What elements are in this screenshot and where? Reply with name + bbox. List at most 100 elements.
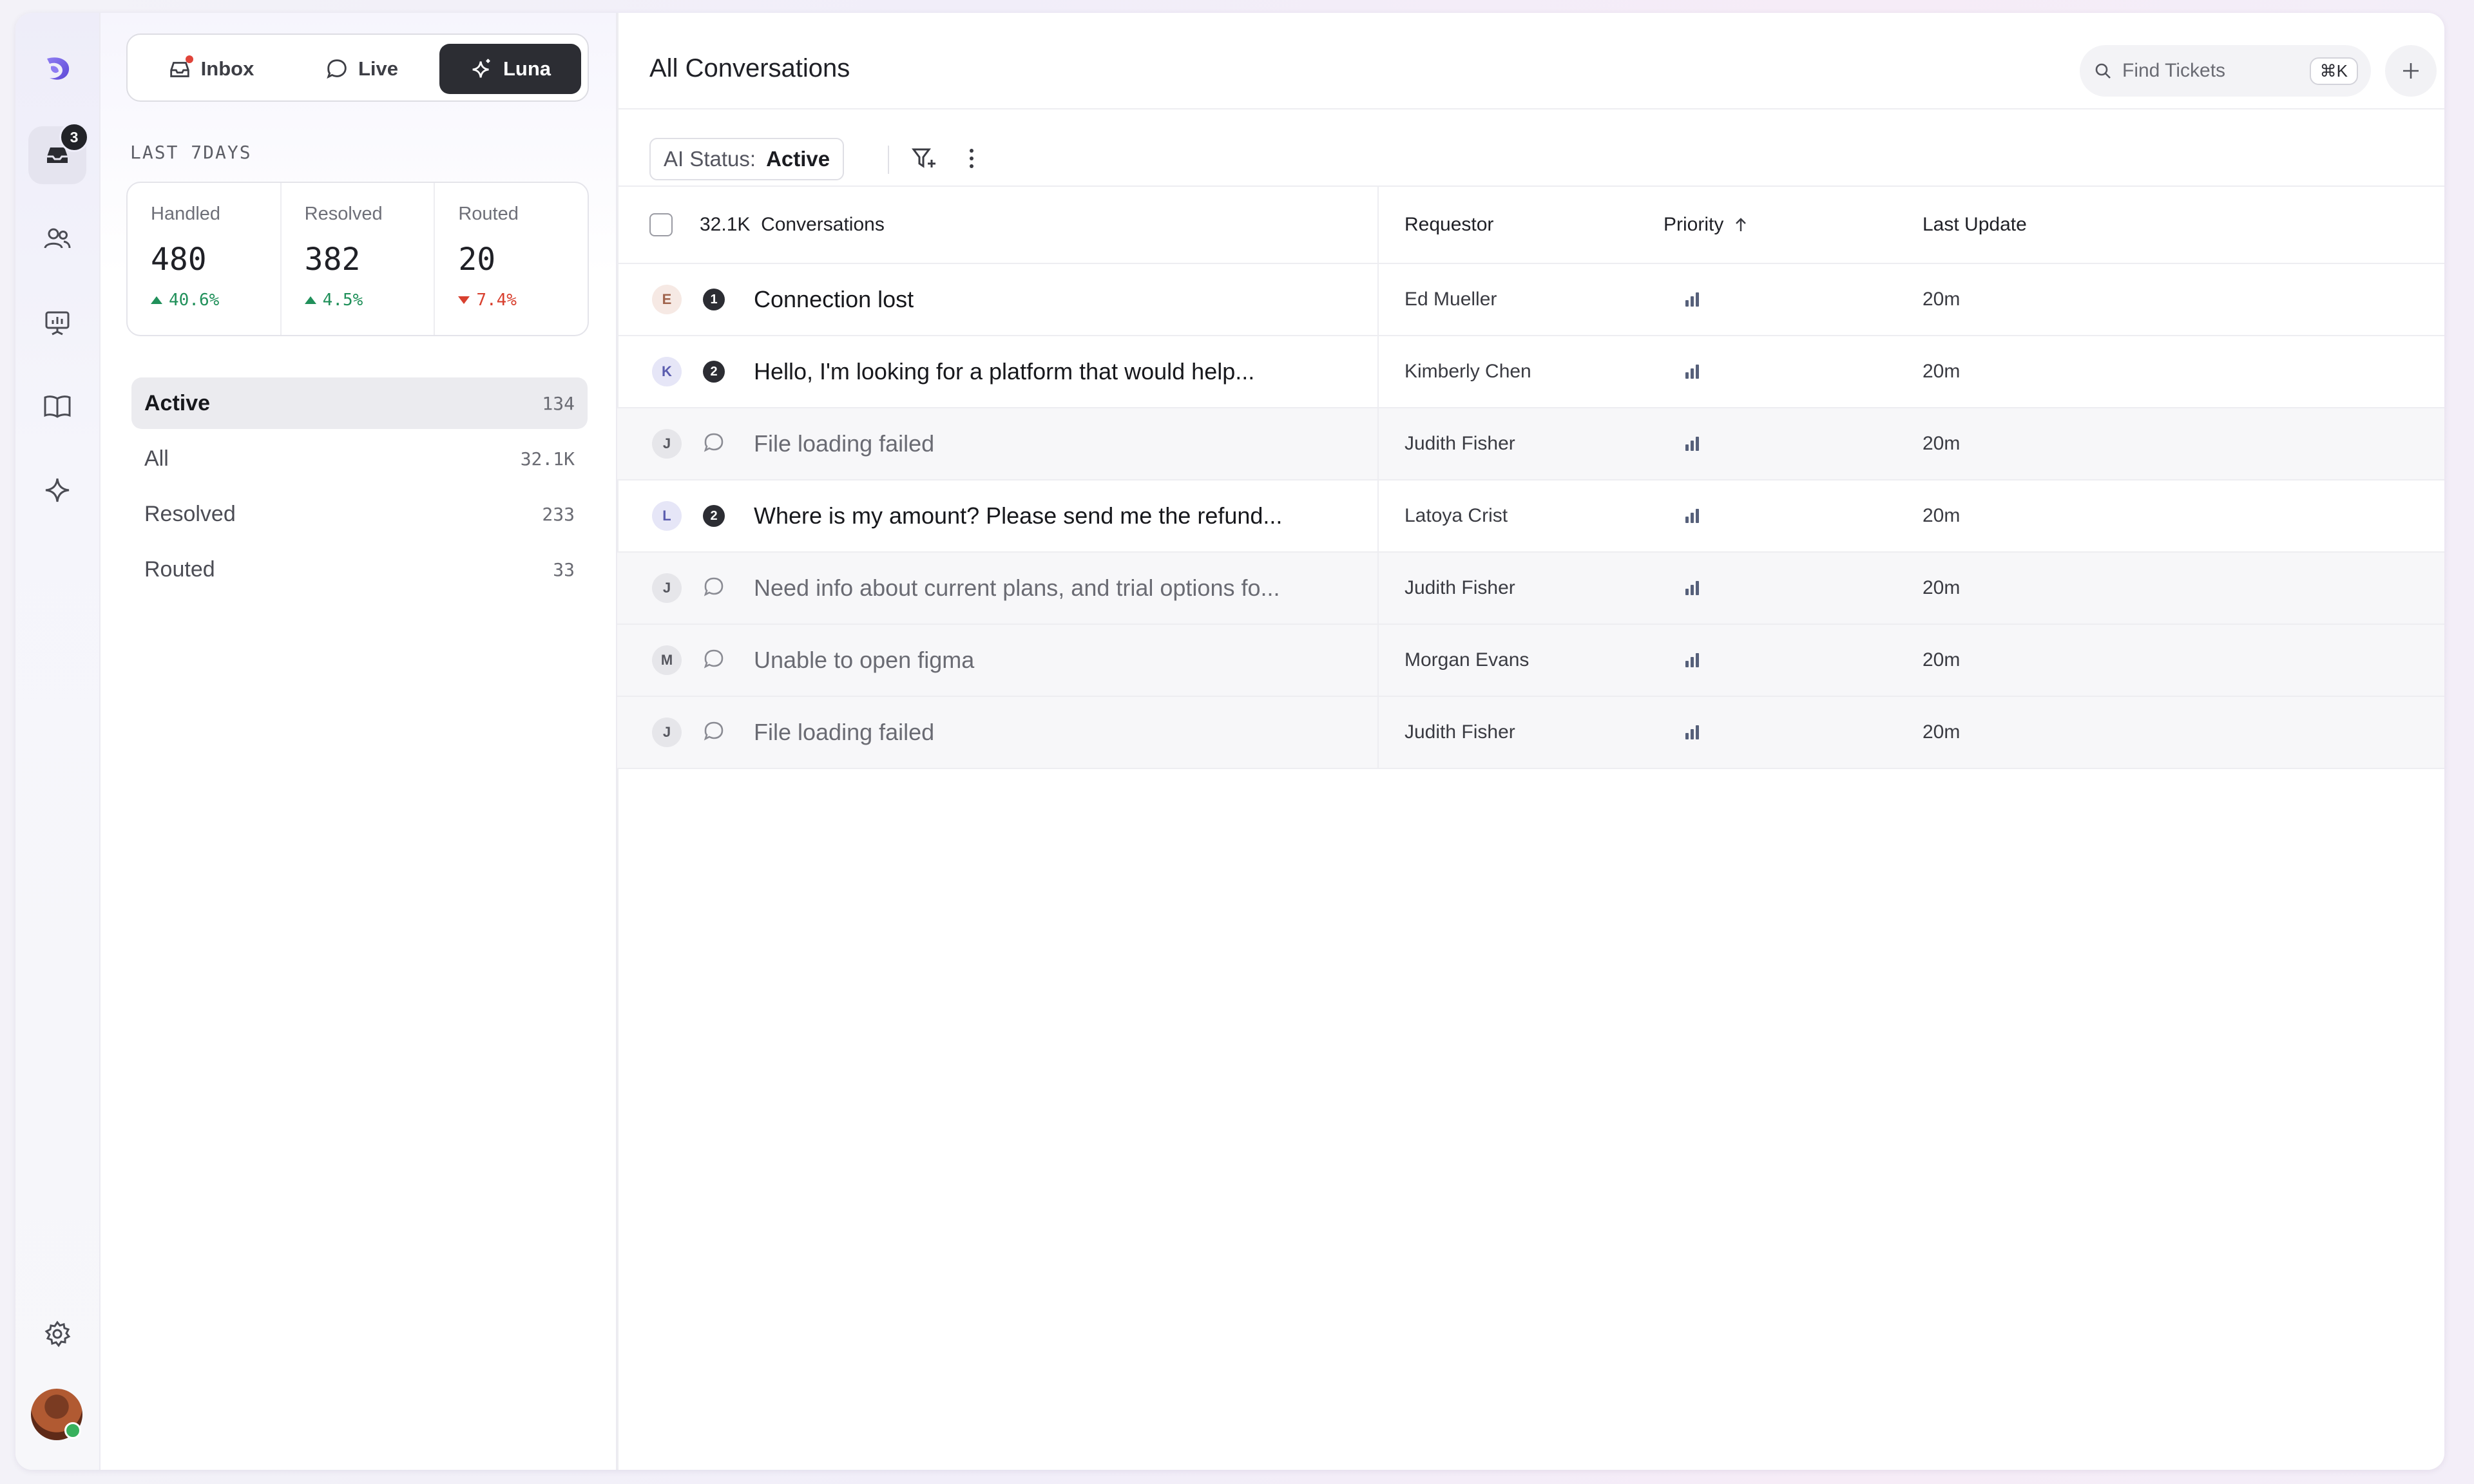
requestor-name: Morgan Evans	[1405, 649, 1529, 671]
last-update-time: 20m	[1923, 505, 1961, 526]
gear-icon	[44, 1320, 71, 1347]
filter-value: Active	[766, 147, 830, 171]
segment-luna-label: Luna	[503, 57, 551, 80]
rail-knowledge[interactable]	[28, 377, 86, 435]
table-row[interactable]: M Unable to open figma Morgan Evans 20m	[617, 625, 2444, 697]
table-row[interactable]: E 1 Connection lost Ed Mueller 20m	[617, 264, 2444, 336]
view-item-routed[interactable]: Routed 33	[131, 544, 588, 595]
column-header-requestor[interactable]: Requestor	[1405, 214, 1493, 236]
unread-count-badge: 2	[703, 505, 725, 527]
rail-ai[interactable]	[28, 461, 86, 519]
table-row[interactable]: J Need info about current plans, and tri…	[617, 553, 2444, 625]
view-label: All	[144, 446, 169, 471]
presentation-chart-icon	[45, 311, 70, 336]
column-header-priority[interactable]: Priority	[1664, 187, 1750, 263]
conversation-subject[interactable]: File loading failed	[754, 430, 934, 457]
segment-luna[interactable]: Luna	[439, 44, 581, 94]
ai-status-filter[interactable]: AI Status: Active	[649, 138, 845, 180]
inbox-count-badge: 3	[59, 122, 89, 152]
column-header-last-update[interactable]: Last Update	[1923, 214, 2027, 236]
divider	[888, 146, 889, 174]
conversation-table: 32.1K Conversations Requestor Priority L…	[617, 187, 2444, 769]
view-count: 32.1K	[520, 448, 575, 470]
table-row[interactable]: J File loading failed Judith Fisher 20m	[617, 408, 2444, 480]
stat-handled: Handled 480 40.6%	[128, 183, 282, 335]
conversation-subject[interactable]: Connection lost	[754, 286, 914, 313]
icon-rail: 3	[15, 13, 101, 1470]
requestor-avatar: J	[652, 429, 682, 459]
conversation-subject[interactable]: Unable to open figma	[754, 647, 974, 674]
new-ticket-button[interactable]	[2385, 45, 2437, 97]
segment-live[interactable]: Live	[294, 44, 429, 94]
stat-label: Handled	[151, 204, 221, 224]
chat-bubble-icon	[702, 575, 725, 602]
period-label: LAST 7DAYS	[130, 142, 252, 163]
view-item-resolved[interactable]: Resolved 233	[131, 488, 588, 540]
requestor-name: Judith Fisher	[1405, 721, 1515, 743]
column-header-label: Priority	[1664, 214, 1724, 235]
table-body: E 1 Connection lost Ed Mueller 20m K 2 H…	[617, 264, 2444, 769]
sparkle-icon	[472, 59, 490, 78]
chat-bubble-icon	[327, 59, 347, 79]
brand-logo-icon[interactable]	[28, 40, 86, 98]
view-item-all[interactable]: All 32.1K	[131, 433, 588, 484]
search-input[interactable]: Find Tickets ⌘K	[2080, 45, 2371, 97]
segment-inbox[interactable]: Inbox	[143, 44, 278, 94]
rail-reports[interactable]	[28, 294, 86, 352]
rail-inbox[interactable]: 3	[28, 122, 89, 184]
table-row[interactable]: J File loading failed Judith Fisher 20m	[617, 697, 2444, 769]
last-update-time: 20m	[1923, 433, 1961, 454]
trend-up-icon	[151, 296, 162, 304]
table-row[interactable]: K 2 Hello, I'm looking for a platform th…	[617, 336, 2444, 408]
app-window: 3 Inbox Live Luna LAST 7DAYS Handled 480…	[15, 13, 2444, 1470]
stat-label: Routed	[458, 204, 519, 224]
conversation-subject[interactable]: Where is my amount? Please send me the r…	[754, 502, 1282, 529]
conversation-subject[interactable]: Hello, I'm looking for a platform that w…	[754, 358, 1254, 385]
more-options-button[interactable]	[956, 143, 987, 174]
view-label: Active	[144, 390, 211, 415]
requestor-name: Judith Fisher	[1405, 577, 1515, 598]
left-panel: Inbox Live Luna LAST 7DAYS Handled 480 4…	[101, 13, 617, 1470]
stat-label: Resolved	[304, 204, 383, 224]
trend-up-icon	[304, 296, 316, 304]
priority-bars-icon	[1685, 581, 1699, 595]
rail-settings[interactable]	[28, 1305, 86, 1363]
rail-contacts[interactable]	[28, 210, 86, 268]
trend-down-icon	[458, 296, 470, 304]
last-update-time: 20m	[1923, 577, 1961, 598]
requestor-avatar: K	[652, 357, 682, 386]
users-icon	[44, 228, 71, 249]
filter-bar: AI Status: Active	[617, 109, 2444, 187]
mode-switcher: Inbox Live Luna	[126, 33, 589, 102]
add-filter-button[interactable]	[908, 143, 939, 174]
main-panel: All Conversations Find Tickets ⌘K AI Sta…	[617, 13, 2444, 1470]
stat-value: 20	[458, 242, 496, 278]
conversation-subject[interactable]: Need info about current plans, and trial…	[754, 575, 1280, 602]
filter-key: AI Status:	[664, 147, 756, 171]
stat-delta: 7.4%	[458, 290, 564, 310]
view-label: Resolved	[144, 501, 236, 526]
plus-icon	[2403, 63, 2419, 79]
view-label: Routed	[144, 556, 215, 582]
last-update-time: 20m	[1923, 649, 1961, 671]
stat-routed: Routed 20 7.4%	[435, 183, 588, 335]
column-divider	[1377, 264, 1379, 335]
priority-bars-icon	[1685, 437, 1699, 451]
table-row[interactable]: L 2 Where is my amount? Please send me t…	[617, 480, 2444, 553]
view-count: 33	[553, 558, 575, 580]
unread-count-badge: 2	[703, 361, 725, 383]
select-all-checkbox[interactable]	[649, 213, 673, 236]
requestor-avatar: L	[652, 501, 682, 531]
view-item-active[interactable]: Active 134	[131, 377, 588, 429]
requestor-avatar: J	[652, 718, 682, 747]
main-header: All Conversations Find Tickets ⌘K	[617, 13, 2444, 109]
column-divider	[1377, 625, 1379, 696]
requestor-avatar: J	[652, 573, 682, 603]
sparkle-icon	[45, 478, 70, 502]
book-icon	[44, 395, 71, 418]
chat-bubble-icon	[702, 719, 725, 746]
conversation-subject[interactable]: File loading failed	[754, 719, 934, 746]
priority-bars-icon	[1685, 509, 1699, 523]
priority-bars-icon	[1685, 653, 1699, 667]
user-avatar[interactable]	[31, 1389, 82, 1440]
